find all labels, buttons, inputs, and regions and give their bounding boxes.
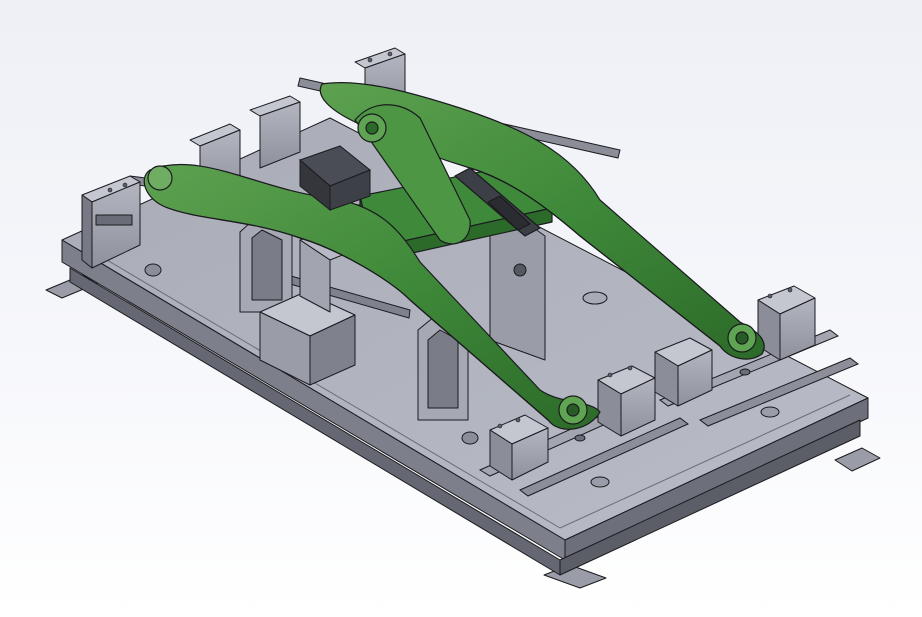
foot-tab [834, 447, 881, 472]
pivot-eye-left-rear [147, 165, 173, 191]
cad-viewport[interactable] [0, 0, 922, 617]
cad-model-scene [45, 47, 881, 589]
center-upright [489, 217, 546, 361]
